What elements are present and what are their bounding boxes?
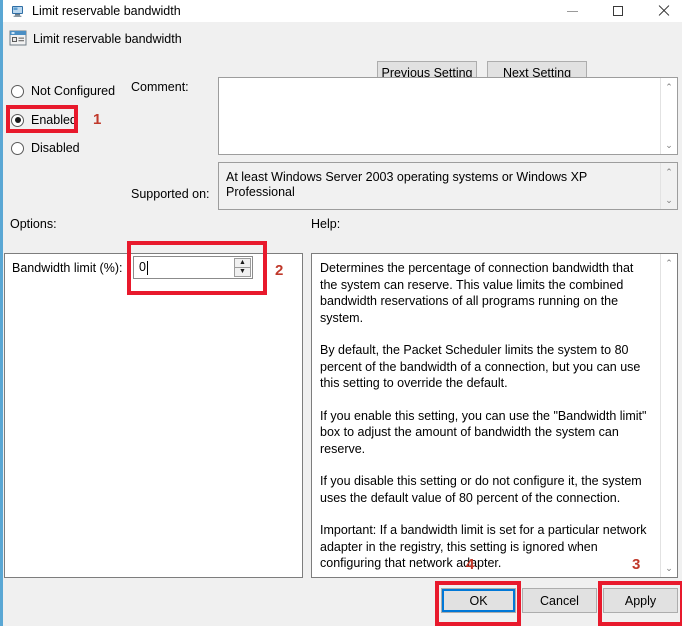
supported-on-scrollbar[interactable]: ⌃ ⌄ [660, 163, 677, 209]
comment-scrollbar[interactable]: ⌃ ⌄ [660, 78, 677, 154]
maximize-button[interactable] [595, 0, 640, 22]
radio-disabled-label: Disabled [31, 141, 80, 155]
help-section-label: Help: [311, 217, 340, 231]
help-paragraph: If you disable this setting or do not co… [320, 473, 650, 506]
annotation-number-2: 2 [275, 262, 283, 279]
group-policy-setting-dialog: Limit reservable bandwidth Limit reserva… [0, 0, 682, 626]
close-icon [657, 5, 669, 17]
window-left-accent [0, 0, 3, 626]
radio-circle-icon [11, 85, 24, 98]
annotation-number-4: 4 [466, 556, 474, 573]
help-scrollbar[interactable]: ⌃ ⌄ [660, 254, 677, 577]
minimize-icon [567, 11, 578, 12]
supported-on-field: At least Windows Server 2003 operating s… [218, 162, 678, 210]
computer-monitor-icon [10, 3, 26, 19]
title-bar: Limit reservable bandwidth [3, 0, 682, 22]
annotation-number-3: 3 [632, 556, 640, 573]
scroll-up-icon[interactable]: ⌃ [661, 164, 677, 180]
annotation-box-bandwidth [127, 241, 267, 295]
help-paragraph: Important: If a bandwidth limit is set f… [320, 522, 650, 572]
policy-setting-icon [9, 29, 27, 47]
comment-label: Comment: [131, 80, 189, 94]
maximize-icon [613, 6, 623, 16]
help-paragraph: Determines the percentage of connection … [320, 260, 650, 326]
scroll-down-icon[interactable]: ⌄ [661, 560, 677, 576]
minimize-button[interactable] [550, 0, 595, 22]
scroll-down-icon[interactable]: ⌄ [661, 137, 677, 153]
cancel-button[interactable]: Cancel [522, 588, 597, 613]
options-section-label: Options: [10, 217, 57, 231]
help-paragraph: By default, the Packet Scheduler limits … [320, 342, 650, 392]
options-panel [4, 253, 303, 578]
comment-input[interactable]: ⌃ ⌄ [218, 77, 678, 155]
supported-on-label: Supported on: [131, 187, 210, 201]
scroll-up-icon[interactable]: ⌃ [661, 79, 677, 95]
annotation-number-1: 1 [93, 111, 101, 128]
bandwidth-limit-label: Bandwidth limit (%): [12, 261, 122, 275]
annotation-box-ok [435, 581, 521, 626]
help-paragraph: If you enable this setting, you can use … [320, 408, 650, 458]
setting-header: Limit reservable bandwidth Previous Sett… [3, 22, 682, 58]
help-panel: Determines the percentage of connection … [311, 253, 678, 578]
help-text: Determines the percentage of connection … [320, 260, 650, 572]
supported-on-value: At least Windows Server 2003 operating s… [226, 170, 646, 200]
close-button[interactable] [640, 0, 682, 22]
scroll-down-icon[interactable]: ⌄ [661, 192, 677, 208]
radio-disabled[interactable]: Disabled [11, 138, 80, 158]
setting-title: Limit reservable bandwidth [33, 31, 182, 47]
scroll-up-icon[interactable]: ⌃ [661, 255, 677, 271]
radio-not-configured-label: Not Configured [31, 84, 115, 98]
annotation-box-apply [598, 581, 682, 626]
radio-not-configured[interactable]: Not Configured [11, 81, 115, 101]
window-title: Limit reservable bandwidth [32, 3, 181, 19]
radio-circle-icon [11, 142, 24, 155]
annotation-box-enabled [6, 105, 78, 133]
